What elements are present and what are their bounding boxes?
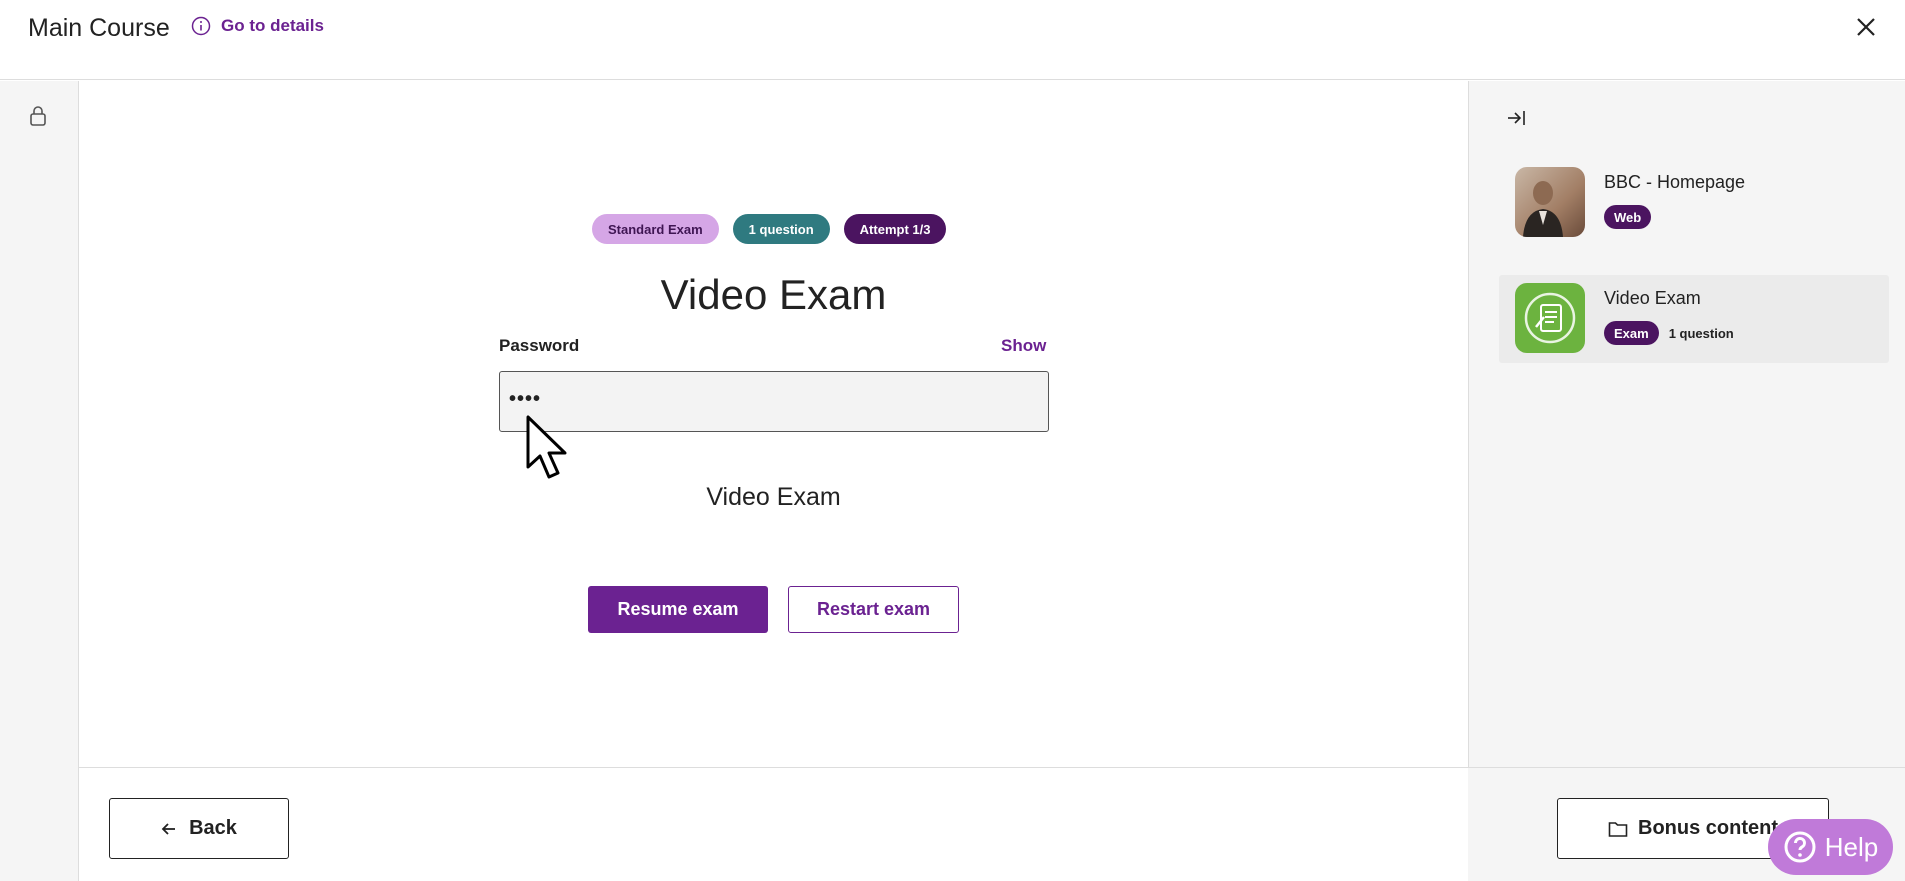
show-password-button[interactable]: Show — [1001, 336, 1046, 356]
content-sidebar: BBC - Homepage Web Video Exam Exam 1 que… — [1468, 81, 1905, 881]
go-to-details-link[interactable]: Go to details — [191, 16, 324, 36]
bonus-content-label: Bonus content — [1638, 817, 1778, 839]
exam-type-badge: Standard Exam — [592, 214, 719, 244]
password-masked-value: •••• — [509, 388, 542, 410]
question-count: 1 question — [1668, 325, 1734, 341]
course-title: Main Course — [28, 14, 170, 42]
left-rail — [0, 81, 79, 881]
bbc-thumbnail — [1515, 167, 1585, 237]
collapse-panel-icon[interactable] — [1505, 107, 1527, 129]
arrow-left-icon — [161, 822, 176, 835]
footer-bar: Back — [79, 767, 1468, 881]
close-icon[interactable] — [1851, 12, 1881, 42]
question-circle-icon — [1784, 831, 1816, 863]
password-label: Password — [499, 336, 580, 355]
back-label: Back — [189, 817, 237, 839]
question-count-badge: 1 question — [732, 214, 830, 244]
exam-badges: Standard Exam 1 question Attempt 1/3 — [592, 214, 947, 244]
resume-exam-button[interactable]: Resume exam — [588, 586, 768, 633]
sidebar-item-bbc-homepage[interactable]: BBC - Homepage Web — [1499, 159, 1889, 247]
help-label: Help — [1824, 831, 1879, 862]
exam-title: Video Exam — [660, 271, 887, 318]
sidebar-item-video-exam[interactable]: Video Exam Exam 1 question — [1499, 275, 1889, 363]
sidebar-item-meta: Web — [1604, 205, 1652, 229]
top-bar: Main Course Go to details — [0, 0, 1905, 80]
sidebar-item-meta: Exam 1 question — [1604, 321, 1734, 345]
content-type-pill: Exam — [1604, 321, 1659, 345]
sidebar-item-title: Video Exam — [1604, 288, 1701, 308]
exam-subtitle: Video Exam — [706, 483, 841, 511]
go-to-details-label: Go to details — [221, 16, 324, 35]
lock-icon — [30, 106, 46, 126]
back-button[interactable]: Back — [109, 798, 289, 859]
info-icon — [191, 16, 211, 36]
exam-document-icon — [1515, 283, 1585, 353]
attempt-badge: Attempt 1/3 — [843, 214, 947, 244]
restart-exam-button[interactable]: Restart exam — [788, 586, 959, 633]
help-button[interactable]: Help — [1768, 819, 1893, 875]
password-input[interactable] — [499, 371, 1049, 432]
exam-main-panel: Standard Exam 1 question Attempt 1/3 Vid… — [79, 81, 1468, 767]
sidebar-item-title: BBC - Homepage — [1604, 172, 1746, 192]
content-type-pill: Web — [1604, 205, 1652, 229]
folder-icon — [1608, 821, 1628, 837]
